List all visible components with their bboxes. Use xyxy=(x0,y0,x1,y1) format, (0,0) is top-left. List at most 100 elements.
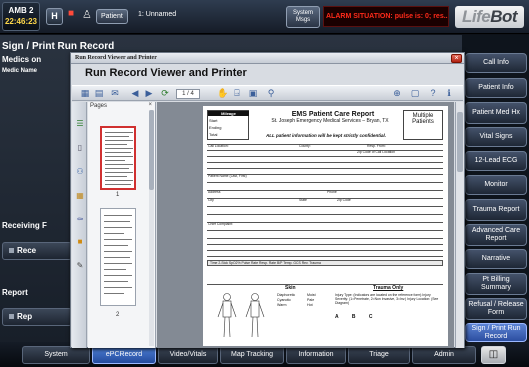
attachments-icon[interactable]: ⚇ xyxy=(75,166,85,177)
logo-life: Life xyxy=(461,7,491,26)
logo-bot: Bot xyxy=(490,7,518,26)
skin-opt: Cyanotic xyxy=(277,298,291,302)
tab-triage[interactable]: Triage xyxy=(348,346,410,364)
chief-complaint-label: Chief Complaint: xyxy=(208,222,234,226)
nav-narrative[interactable]: Narrative xyxy=(465,249,527,269)
network-icon[interactable]: ◫ xyxy=(481,346,506,364)
signature-icon[interactable]: ✎ xyxy=(75,260,85,271)
nav-sign-print-run-record[interactable]: Sign / Print Run Record xyxy=(465,323,527,342)
lifebot-logo: LifeBot xyxy=(455,6,524,28)
layers-icon[interactable]: ▦ xyxy=(75,190,85,201)
nav-pt-billing-summary[interactable]: Pt Billing Summary xyxy=(465,273,527,295)
fit-page-icon[interactable]: ▢ xyxy=(410,88,420,99)
nav-trauma-report[interactable]: Trauma Report xyxy=(465,199,527,221)
print-icon[interactable]: ▤ xyxy=(94,88,104,99)
viewer-titlebar[interactable]: Run Record Viewer and Printer xyxy=(71,53,464,64)
alarm-icon[interactable]: ■ xyxy=(68,8,74,19)
trauma-only-title: Trauma Only xyxy=(373,285,404,291)
page-thumbnail-2[interactable] xyxy=(100,208,136,306)
skin-opt: Pale xyxy=(307,298,315,302)
unit-name: AMB 2 xyxy=(8,6,34,15)
tab-information[interactable]: Information xyxy=(286,346,346,364)
nav-vital-signs[interactable]: Vital Signs xyxy=(465,127,527,147)
zip-label: Zip Code xyxy=(337,198,351,202)
nav-12-lead-ecg[interactable]: 12-Lead ECG xyxy=(465,151,527,171)
skin-opt: Diaphoretic xyxy=(277,293,296,297)
nav-monitor[interactable]: Monitor xyxy=(465,175,527,195)
next-page-icon[interactable]: ▶ xyxy=(144,88,154,99)
call-location-label: Call Location: xyxy=(208,144,229,148)
info-icon[interactable]: ℹ xyxy=(444,88,454,99)
pages-icon[interactable]: ▯ xyxy=(75,142,85,153)
tab-system[interactable]: System xyxy=(22,346,90,364)
page-thumbnail-1[interactable] xyxy=(100,126,136,190)
zip-location-label: Zip Code of Call Location xyxy=(357,150,396,154)
person-icon[interactable]: ♙ xyxy=(82,8,92,21)
tab-map-tracking[interactable]: Map Tracking xyxy=(220,346,284,364)
close-icon[interactable]: × xyxy=(451,54,462,63)
nav-patient-med-hx[interactable]: Patient Med Hx xyxy=(465,102,527,124)
form-subtitle: St. Joseph Emergency Medical Services – … xyxy=(271,118,389,124)
mileage-label: Mileage xyxy=(208,111,249,116)
find-icon[interactable]: ⚲ xyxy=(266,88,276,99)
viewer-side-strip: ☰ ▯ ⚇ ▦ ⚰ ■ ✎ xyxy=(72,102,87,348)
skin-title: Skin xyxy=(285,285,296,291)
document-area: Mileage Start Ending Total EMS Patient C… xyxy=(157,102,454,348)
skin-opt: Hot xyxy=(307,303,313,307)
page-number-field[interactable]: 1 / 4 xyxy=(176,89,200,99)
help-icon[interactable]: ? xyxy=(428,88,438,99)
nav-advanced-care-report[interactable]: Advanced Care Report xyxy=(465,224,527,246)
pages-scroll-thumb[interactable] xyxy=(149,110,154,190)
system-messages-line2: Msgs xyxy=(295,17,311,23)
nav-refusal-release-form[interactable]: Refusal / Release Form xyxy=(465,298,527,320)
report-button[interactable]: Rep xyxy=(2,308,72,326)
receiving-button[interactable]: Rece xyxy=(2,242,72,260)
paperclip-icon[interactable]: ⚰ xyxy=(75,214,85,225)
county-label: County: xyxy=(299,144,311,148)
close-icon[interactable]: × xyxy=(148,102,152,108)
state-label: State xyxy=(299,198,307,202)
receiving-label: Receiving F xyxy=(2,221,47,230)
tab-epcrecord[interactable]: ePCRecord xyxy=(92,346,156,364)
snapshot-icon[interactable]: ▣ xyxy=(248,88,258,99)
skin-opt: Warm xyxy=(277,303,287,307)
medic-name-label: Medic Name xyxy=(2,68,38,74)
bookmarks-icon[interactable]: ☰ xyxy=(75,118,85,129)
report-label: Report xyxy=(2,288,28,297)
document-scroll-thumb[interactable] xyxy=(457,112,463,172)
nav-patient-info[interactable]: Patient Info xyxy=(465,78,527,98)
vitals-header: Time 2-Stck SpO2% Pulse Rate Resp. Rate … xyxy=(210,261,321,265)
tab-video-vitals[interactable]: Video/Vitals xyxy=(158,346,218,364)
run-record-viewer-window: Run Record Viewer and Printer × Run Reco… xyxy=(70,52,465,348)
pages-label: Pages xyxy=(90,103,108,109)
patients-label: Patients xyxy=(412,119,434,125)
system-messages-button[interactable]: System Msgs xyxy=(286,6,320,28)
document-scrollbar[interactable] xyxy=(455,102,464,348)
zoom-icon[interactable]: ⊕ xyxy=(392,88,402,99)
previous-page-icon[interactable]: ◀ xyxy=(130,88,140,99)
patient-care-report-page: Mileage Start Ending Total EMS Patient C… xyxy=(203,106,448,346)
phone-label: Phone xyxy=(327,190,337,194)
page-title: Sign / Print Run Record xyxy=(2,41,115,52)
refresh-icon[interactable]: ⟳ xyxy=(160,88,170,99)
patient-name: 1: Unnamed xyxy=(138,11,177,18)
email-icon[interactable]: ✉ xyxy=(110,88,120,99)
alarm-situation-banner[interactable]: ALARM SITUATION: pulse is: 0; res... xyxy=(323,6,449,27)
mileage-box: Mileage Start Ending Total xyxy=(207,110,249,140)
top-status-bar: AMB 2 22:46:23 H ■ ♙ Patient 1: Unnamed … xyxy=(0,0,529,34)
right-nav: Call Info Patient Info Patient Med Hx Vi… xyxy=(462,35,529,342)
unit-indicator[interactable]: AMB 2 22:46:23 xyxy=(2,2,40,31)
lock-icon[interactable]: ■ xyxy=(75,236,85,247)
mileage-start: Start xyxy=(209,118,218,123)
pages-scrollbar[interactable] xyxy=(149,110,154,346)
hand-tool-icon[interactable]: ✋ xyxy=(217,88,228,99)
select-text-icon[interactable]: ⍈ xyxy=(232,88,242,99)
save-icon[interactable]: ▦ xyxy=(80,88,90,99)
viewer-heading: Run Record Viewer and Printer xyxy=(85,67,247,79)
nav-call-info[interactable]: Call Info xyxy=(465,53,527,73)
square-icon xyxy=(9,248,14,254)
tab-admin[interactable]: Admin xyxy=(412,346,476,364)
patient-button[interactable]: Patient xyxy=(96,9,128,24)
mileage-total: Total xyxy=(209,132,218,137)
hospital-button[interactable]: H xyxy=(46,8,63,25)
